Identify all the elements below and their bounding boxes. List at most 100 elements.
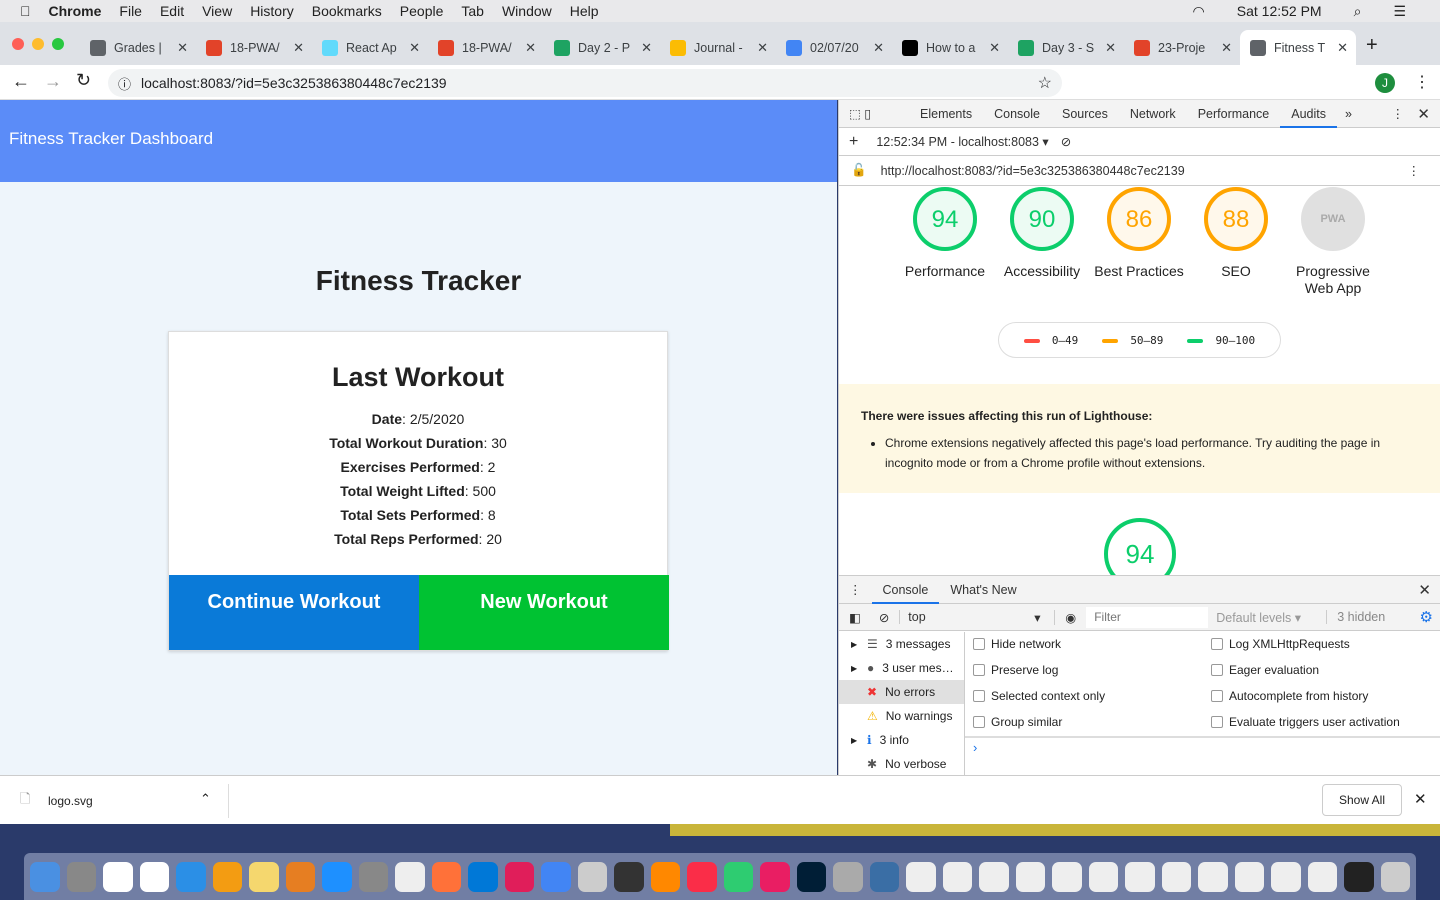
console-sidebar-item[interactable]: ✱ No verbose — [839, 752, 964, 776]
devtools-tab-performance[interactable]: Performance — [1187, 100, 1281, 128]
info-icon[interactable]: ⓘ — [118, 74, 131, 93]
reload-icon[interactable]: ↻ — [76, 70, 91, 91]
download-file[interactable]: logo.svg — [48, 794, 93, 808]
forward-icon[interactable]: → — [44, 71, 62, 92]
list-icon[interactable]: ☰ — [1393, 3, 1406, 20]
tab-close-icon[interactable]: ✕ — [293, 40, 304, 56]
console-sidebar-item[interactable]: ▶ ℹ 3 info — [839, 728, 964, 752]
dock-app-icon[interactable] — [906, 861, 936, 892]
dock-app-icon[interactable] — [176, 861, 206, 892]
report-menu-icon[interactable]: ⋮ — [1408, 163, 1421, 178]
close-download-bar-icon[interactable]: ✕ — [1414, 790, 1427, 808]
console-settings-icon[interactable]: ⚙ — [1420, 608, 1433, 626]
browser-tab[interactable]: How to a ✕ — [892, 30, 1008, 65]
bookmark-star-icon[interactable]: ☆ — [1038, 73, 1052, 93]
console-setting-checkbox[interactable]: Autocomplete from history — [1211, 689, 1368, 703]
dock-app-icon[interactable] — [796, 861, 826, 892]
clear-icon[interactable]: ⊘ — [1049, 134, 1071, 149]
dock-app-icon[interactable] — [1125, 861, 1155, 892]
maximize-window-button[interactable] — [52, 38, 64, 50]
checkbox[interactable] — [1211, 638, 1223, 650]
url-text[interactable]: localhost:8083/?id=5e3c325386380448c7ec2… — [141, 75, 447, 91]
console-sidebar-item[interactable]: ▶ ☰ 3 messages — [839, 632, 964, 656]
dock-app-icon[interactable] — [1380, 861, 1410, 892]
browser-tab[interactable]: 02/07/20 ✕ — [776, 30, 892, 65]
inspect-icon[interactable]: ⬚ ▯ — [839, 106, 909, 121]
browser-tab[interactable]: Day 2 - P ✕ — [544, 30, 660, 65]
dock-app-icon[interactable] — [1015, 861, 1045, 892]
drawer-tab-whats-new[interactable]: What's New — [939, 576, 1027, 604]
drawer-menu-icon[interactable]: ⋮ — [839, 582, 872, 597]
tab-close-icon[interactable]: ✕ — [641, 40, 652, 56]
score-gauge[interactable]: 94 Performance — [895, 187, 995, 280]
dock-app-icon[interactable] — [1234, 861, 1264, 892]
dock-app-icon[interactable] — [1088, 861, 1118, 892]
show-all-button[interactable]: Show All — [1322, 784, 1402, 816]
drawer-tab-console[interactable]: Console — [871, 576, 940, 604]
menu-tab[interactable]: Tab — [461, 3, 484, 19]
continue-workout-button[interactable]: Continue Workout — [169, 575, 419, 650]
dock-app-icon[interactable] — [1271, 861, 1301, 892]
dock-app-icon[interactable] — [723, 861, 753, 892]
console-setting-checkbox[interactable]: Selected context only — [973, 689, 1105, 703]
dock-app-icon[interactable] — [322, 861, 352, 892]
console-prompt[interactable]: › — [965, 736, 1440, 757]
score-gauge[interactable]: 90 Accessibility — [992, 187, 1092, 280]
menu-app[interactable]: Chrome — [49, 3, 102, 19]
dock-app-icon[interactable] — [103, 861, 133, 892]
dock-app-icon[interactable] — [431, 861, 461, 892]
context-select[interactable]: top — [899, 610, 1034, 624]
console-sidebar-item[interactable]: ✖ No errors — [839, 680, 964, 704]
devtools-tab-network[interactable]: Network — [1119, 100, 1187, 128]
console-setting-checkbox[interactable]: Evaluate triggers user activation — [1211, 715, 1400, 729]
menu-edit[interactable]: Edit — [160, 3, 184, 19]
dock-app-icon[interactable] — [358, 861, 388, 892]
profile-avatar[interactable]: J — [1375, 73, 1395, 93]
dock-app-icon[interactable] — [66, 861, 96, 892]
dock-app-icon[interactable] — [650, 861, 680, 892]
browser-tab[interactable]: Grades | ✕ — [80, 30, 196, 65]
checkbox[interactable] — [973, 664, 985, 676]
dock-app-icon[interactable] — [942, 861, 972, 892]
checkbox[interactable] — [1211, 664, 1223, 676]
score-gauge[interactable]: 88 SEO — [1186, 187, 1286, 280]
checkbox[interactable] — [1211, 690, 1223, 702]
console-sidebar-item[interactable]: ▶ ● 3 user mes… — [839, 656, 964, 680]
console-setting-checkbox[interactable]: Eager evaluation — [1211, 663, 1319, 677]
dock-app-icon[interactable] — [541, 861, 571, 892]
browser-tab[interactable]: 23-Proje ✕ — [1124, 30, 1240, 65]
dock-app-icon[interactable] — [395, 861, 425, 892]
new-workout-button[interactable]: New Workout — [419, 575, 669, 650]
dock-app-icon[interactable] — [212, 861, 242, 892]
new-tab-button[interactable]: + — [1366, 34, 1378, 57]
tab-close-icon[interactable]: ✕ — [409, 40, 420, 56]
browser-tab[interactable]: Fitness T ✕ — [1240, 30, 1356, 65]
close-window-button[interactable] — [12, 38, 24, 50]
dock-app-icon[interactable] — [833, 861, 863, 892]
console-setting-checkbox[interactable]: Hide network — [973, 637, 1061, 651]
menu-history[interactable]: History — [250, 3, 294, 19]
console-setting-checkbox[interactable]: Group similar — [973, 715, 1062, 729]
browser-tab[interactable]: Day 3 - S ✕ — [1008, 30, 1124, 65]
close-devtools-icon[interactable]: ✕ — [1417, 105, 1430, 123]
dock-app-icon[interactable] — [468, 861, 498, 892]
back-icon[interactable]: ← — [12, 71, 30, 92]
menu-people[interactable]: People — [400, 3, 444, 19]
minimize-window-button[interactable] — [32, 38, 44, 50]
console-filter-input[interactable] — [1086, 606, 1209, 628]
dock-app-icon[interactable] — [30, 861, 60, 892]
search-icon[interactable]: ⌕ — [1354, 3, 1362, 20]
dock-app-icon[interactable] — [1052, 861, 1082, 892]
more-tabs-icon[interactable]: » — [1337, 107, 1360, 121]
devtools-tab-sources[interactable]: Sources — [1051, 100, 1119, 128]
dock-app-icon[interactable] — [1161, 861, 1191, 892]
eye-icon[interactable]: ◉ — [1054, 609, 1086, 625]
menu-file[interactable]: File — [119, 3, 142, 19]
tab-close-icon[interactable]: ✕ — [757, 40, 768, 56]
devtools-tab-console[interactable]: Console — [983, 100, 1051, 128]
browser-tab[interactable]: React Ap ✕ — [312, 30, 428, 65]
checkbox[interactable] — [1211, 716, 1223, 728]
tab-close-icon[interactable]: ✕ — [1337, 40, 1348, 56]
menu-bookmarks[interactable]: Bookmarks — [312, 3, 382, 19]
console-setting-checkbox[interactable]: Log XMLHttpRequests — [1211, 637, 1350, 651]
